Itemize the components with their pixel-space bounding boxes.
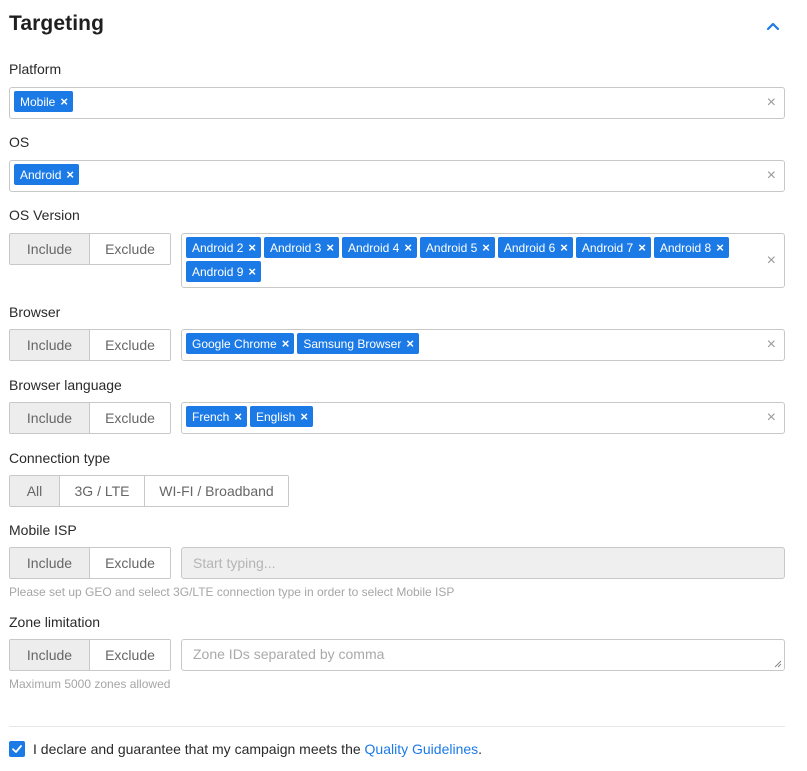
clear-icon[interactable]: × bbox=[767, 95, 776, 111]
exclude-button[interactable]: Exclude bbox=[89, 548, 170, 578]
tag-chip: Mobile × bbox=[14, 91, 73, 112]
include-button[interactable]: Include bbox=[10, 548, 89, 578]
tag-label: Mobile bbox=[20, 94, 56, 109]
browser-include-exclude: Include Exclude bbox=[9, 329, 171, 361]
browser-language-include-exclude: Include Exclude bbox=[9, 402, 171, 434]
platform-tag-input[interactable]: Mobile × × bbox=[9, 87, 785, 119]
tag-chip: French × bbox=[186, 406, 247, 427]
declaration-row: I declare and guarantee that my campaign… bbox=[9, 741, 482, 757]
exclude-button[interactable]: Exclude bbox=[89, 234, 170, 264]
zone-limitation-label: Zone limitation bbox=[9, 614, 101, 630]
browser-label: Browser bbox=[9, 304, 61, 320]
remove-tag-icon[interactable]: × bbox=[300, 410, 308, 423]
tag-label: Android 4 bbox=[347, 240, 400, 255]
include-button[interactable]: Include bbox=[10, 234, 89, 264]
tag-chip: Android 7 × bbox=[575, 237, 651, 258]
section-title: Targeting bbox=[9, 12, 105, 35]
chevron-up-icon[interactable] bbox=[765, 18, 781, 34]
resize-handle-icon[interactable] bbox=[774, 660, 782, 668]
browser-language-tag-input[interactable]: French × English × × bbox=[181, 402, 785, 434]
tag-label: Google Chrome bbox=[192, 336, 277, 351]
connection-3g-lte-button[interactable]: 3G / LTE bbox=[59, 476, 144, 506]
zone-ids-textarea[interactable]: Zone IDs separated by comma bbox=[181, 639, 785, 671]
clear-icon[interactable]: × bbox=[767, 410, 776, 426]
declaration-text: I declare and guarantee that my campaign… bbox=[33, 741, 361, 757]
exclude-button[interactable]: Exclude bbox=[89, 330, 170, 360]
exclude-button[interactable]: Exclude bbox=[89, 403, 170, 433]
tag-chip: Android 9 × bbox=[186, 261, 261, 282]
connection-type-label: Connection type bbox=[9, 450, 111, 466]
os-tag-input[interactable]: Android × × bbox=[9, 160, 785, 192]
tag-label: Android 9 bbox=[192, 264, 244, 279]
zone-limitation-hint: Maximum 5000 zones allowed bbox=[9, 677, 171, 691]
browser-language-label: Browser language bbox=[9, 377, 122, 393]
clear-icon[interactable]: × bbox=[767, 168, 776, 184]
tag-label: Android bbox=[20, 167, 62, 182]
remove-tag-icon[interactable]: × bbox=[282, 337, 290, 350]
os-label: OS bbox=[9, 134, 30, 150]
clear-icon[interactable]: × bbox=[767, 337, 776, 353]
browser-tag-input[interactable]: Google Chrome × Samsung Browser × × bbox=[181, 329, 785, 361]
remove-tag-icon[interactable]: × bbox=[482, 241, 490, 254]
mobile-isp-placeholder: Start typing... bbox=[193, 555, 276, 571]
zone-limitation-include-exclude: Include Exclude bbox=[9, 639, 171, 671]
remove-tag-icon[interactable]: × bbox=[404, 241, 412, 254]
tag-label: Android 3 bbox=[269, 240, 322, 255]
connection-type-selector: All 3G / LTE WI-FI / Broadband bbox=[9, 475, 289, 507]
tag-label: Samsung Browser bbox=[303, 336, 402, 351]
tag-chip: Android 2 × bbox=[186, 237, 261, 258]
tag-chip: Android 5 × bbox=[419, 237, 495, 258]
tag-chip: Android 8 × bbox=[653, 237, 729, 258]
tag-chip: Android × bbox=[14, 164, 79, 185]
mobile-isp-include-exclude: Include Exclude bbox=[9, 547, 171, 579]
mobile-isp-label: Mobile ISP bbox=[9, 522, 77, 538]
tag-chip: English × bbox=[249, 406, 313, 427]
remove-tag-icon[interactable]: × bbox=[248, 241, 256, 254]
checkmark-icon bbox=[12, 745, 22, 753]
remove-tag-icon[interactable]: × bbox=[638, 241, 646, 254]
targeting-section-header: Targeting bbox=[9, 12, 785, 42]
connection-all-button[interactable]: All bbox=[10, 476, 59, 506]
os-version-label: OS Version bbox=[9, 207, 80, 223]
tag-label: Android 7 bbox=[581, 240, 634, 255]
tag-label: Android 6 bbox=[503, 240, 556, 255]
remove-tag-icon[interactable]: × bbox=[234, 410, 242, 423]
include-button[interactable]: Include bbox=[10, 330, 89, 360]
tag-chip: Android 3 × bbox=[263, 237, 339, 258]
include-button[interactable]: Include bbox=[10, 403, 89, 433]
divider bbox=[9, 726, 785, 727]
tag-label: French bbox=[192, 409, 230, 424]
declaration-suffix: . bbox=[478, 741, 483, 757]
connection-wifi-broadband-button[interactable]: WI-FI / Broadband bbox=[144, 476, 288, 506]
tag-chip: Android 6 × bbox=[497, 237, 573, 258]
include-button[interactable]: Include bbox=[10, 640, 89, 670]
mobile-isp-input: Start typing... bbox=[181, 547, 785, 579]
os-version-include-exclude: Include Exclude bbox=[9, 233, 171, 265]
remove-tag-icon[interactable]: × bbox=[560, 241, 568, 254]
tag-chip: Android 4 × bbox=[341, 237, 417, 258]
platform-label: Platform bbox=[9, 61, 62, 77]
tag-label: Android 2 bbox=[192, 240, 244, 255]
clear-icon[interactable]: × bbox=[767, 252, 776, 269]
quality-guidelines-link[interactable]: Quality Guidelines bbox=[365, 741, 479, 757]
tag-label: Android 5 bbox=[425, 240, 478, 255]
remove-tag-icon[interactable]: × bbox=[248, 265, 256, 278]
remove-tag-icon[interactable]: × bbox=[406, 337, 414, 350]
remove-tag-icon[interactable]: × bbox=[60, 95, 68, 108]
tag-chip: Samsung Browser × bbox=[297, 333, 419, 354]
mobile-isp-hint: Please set up GEO and select 3G/LTE conn… bbox=[9, 585, 455, 599]
remove-tag-icon[interactable]: × bbox=[66, 168, 74, 181]
tag-label: Android 8 bbox=[659, 240, 712, 255]
tag-label: English bbox=[255, 409, 296, 424]
exclude-button[interactable]: Exclude bbox=[89, 640, 170, 670]
zone-ids-placeholder: Zone IDs separated by comma bbox=[193, 646, 385, 662]
declaration-checkbox[interactable] bbox=[9, 741, 25, 757]
remove-tag-icon[interactable]: × bbox=[326, 241, 334, 254]
remove-tag-icon[interactable]: × bbox=[716, 241, 724, 254]
tag-chip: Google Chrome × bbox=[186, 333, 295, 354]
os-version-tag-input[interactable]: Android 2 × Android 3 × Android 4 × Android… bbox=[181, 233, 785, 288]
